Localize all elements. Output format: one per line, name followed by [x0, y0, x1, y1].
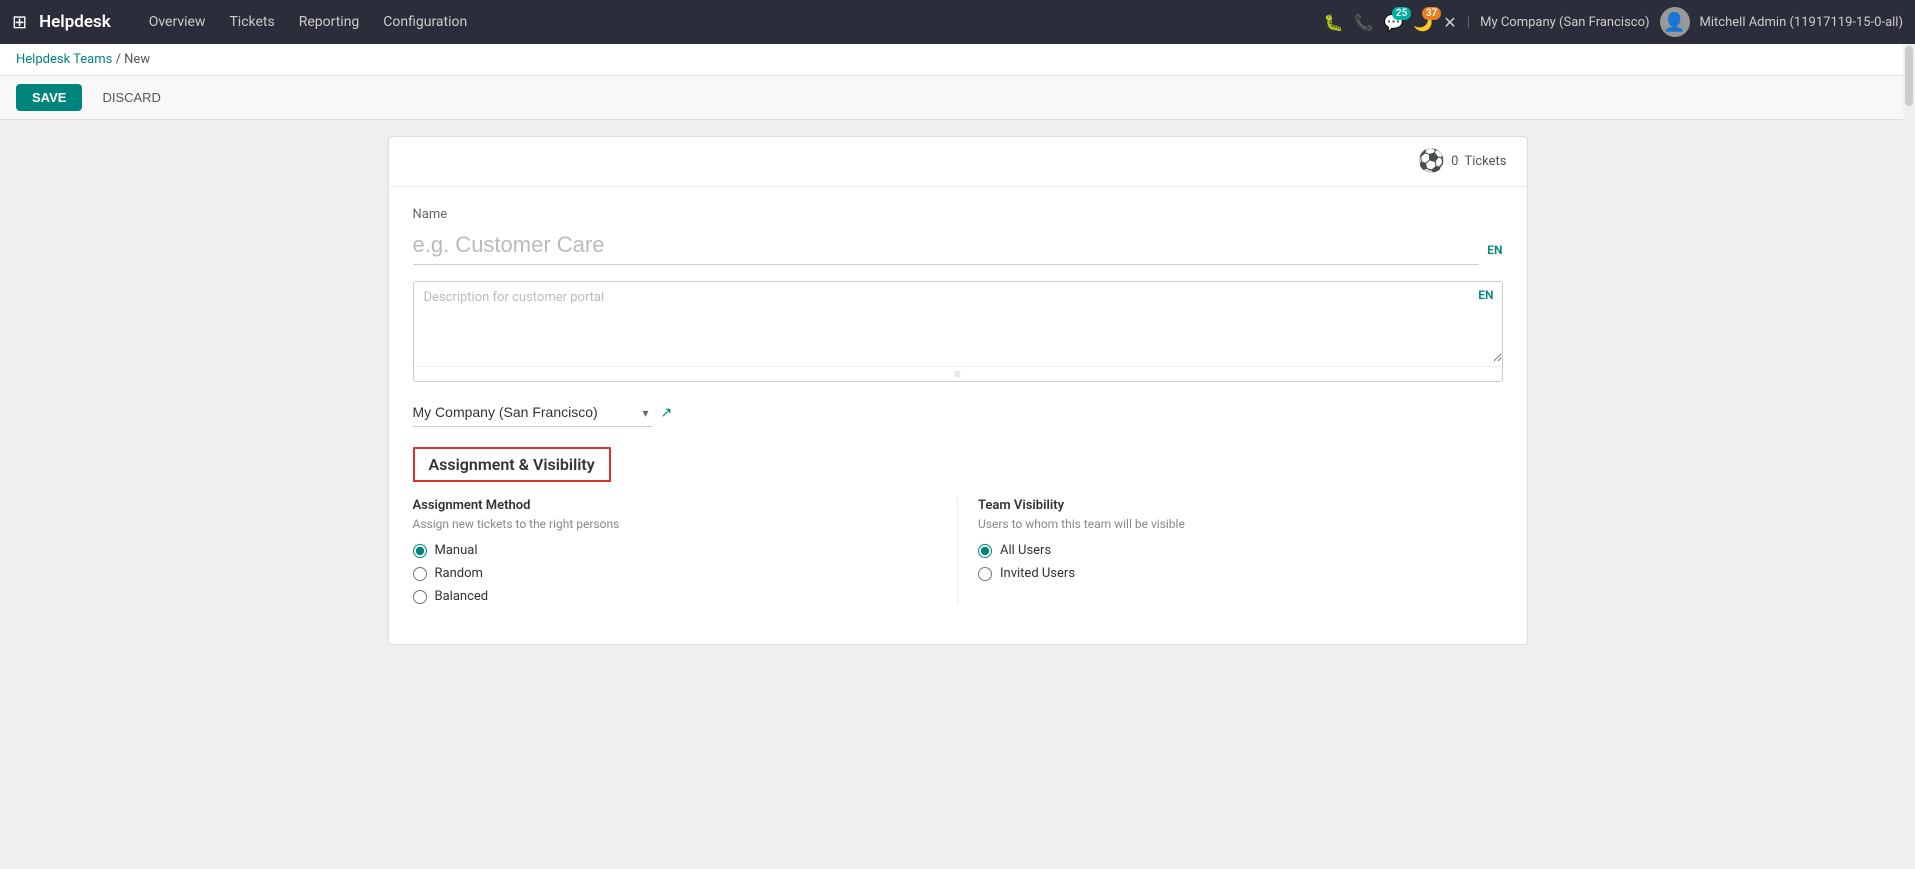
breadcrumb-separator: / — [116, 52, 125, 67]
team-visibility-desc: Users to whom this team will be visible — [978, 517, 1503, 531]
radio-random-input[interactable] — [413, 567, 427, 581]
assignment-method-column: Assignment Method Assign new tickets to … — [413, 498, 958, 604]
description-textarea[interactable] — [414, 282, 1502, 362]
scrollbar-track — [1903, 44, 1915, 869]
resize-handle[interactable]: ≡ — [414, 366, 1502, 381]
name-label: Name — [413, 207, 1503, 222]
radio-manual-label: Manual — [435, 543, 478, 558]
radio-invited-users-input[interactable] — [978, 567, 992, 581]
menu-configuration[interactable]: Configuration — [373, 10, 477, 34]
menu-reporting[interactable]: Reporting — [289, 10, 370, 34]
moon-icon[interactable]: 🌙 37 — [1413, 13, 1433, 32]
radio-invited-users[interactable]: Invited Users — [978, 566, 1503, 581]
topnav-right-area: 🐛 📞 💬 25 🌙 37 ✕ | My Company (San Franci… — [1324, 7, 1903, 37]
section-assignment-visibility: Assignment & Visibility — [413, 447, 611, 482]
radio-invited-users-label: Invited Users — [1000, 566, 1075, 581]
breadcrumb-parent[interactable]: Helpdesk Teams — [16, 52, 112, 67]
menu-tickets[interactable]: Tickets — [219, 10, 284, 34]
company-row: My Company (San Francisco) ▾ ↗ — [413, 398, 1503, 427]
radio-manual-input[interactable] — [413, 544, 427, 558]
form-card-header: ⚽ 0 Tickets — [389, 137, 1527, 187]
avatar[interactable]: 👤 — [1660, 7, 1690, 37]
radio-manual[interactable]: Manual — [413, 543, 938, 558]
name-field-row: EN — [413, 226, 1503, 265]
radio-balanced[interactable]: Balanced — [413, 589, 938, 604]
team-visibility-column: Team Visibility Users to whom this team … — [957, 498, 1503, 604]
tickets-label: Tickets — [1464, 154, 1506, 169]
assignment-method-label: Assignment Method — [413, 498, 938, 513]
form-body: Name EN EN ≡ My Company (San Francisco) … — [389, 187, 1527, 644]
menu-overview[interactable]: Overview — [139, 10, 216, 34]
company-select-wrapper: My Company (San Francisco) ▾ — [413, 398, 653, 427]
radio-random-label: Random — [435, 566, 483, 581]
company-select[interactable]: My Company (San Francisco) — [413, 398, 653, 427]
bug-icon[interactable]: 🐛 — [1324, 13, 1344, 32]
radio-random[interactable]: Random — [413, 566, 938, 581]
main-content: ⚽ 0 Tickets Name EN EN ≡ — [0, 120, 1915, 866]
desc-lang-badge: EN — [1478, 288, 1493, 302]
tickets-count: 0 — [1451, 154, 1458, 169]
chat-icon[interactable]: 💬 25 — [1383, 13, 1403, 32]
form-card: ⚽ 0 Tickets Name EN EN ≡ — [388, 136, 1528, 645]
moon-badge: 37 — [1422, 7, 1441, 20]
tickets-stat[interactable]: ⚽ 0 Tickets — [1418, 149, 1507, 174]
username[interactable]: Mitchell Admin (11917119-15-0-all) — [1700, 15, 1903, 30]
chat-badge: 25 — [1392, 7, 1411, 20]
name-lang-badge: EN — [1487, 243, 1502, 257]
save-button[interactable]: SAVE — [16, 84, 82, 111]
company-external-link[interactable]: ↗ — [661, 405, 673, 421]
radio-all-users-label: All Users — [1000, 543, 1051, 558]
discard-button[interactable]: DISCARD — [90, 84, 173, 111]
close-icon[interactable]: ✕ — [1443, 13, 1456, 32]
radio-balanced-input[interactable] — [413, 590, 427, 604]
breadcrumb: Helpdesk Teams / New — [0, 44, 1915, 76]
radio-all-users-input[interactable] — [978, 544, 992, 558]
action-bar: SAVE DISCARD — [0, 76, 1915, 120]
nav-divider: | — [1467, 14, 1470, 30]
team-visibility-label: Team Visibility — [978, 498, 1503, 513]
description-field-wrapper: EN ≡ — [413, 281, 1503, 382]
scrollbar-thumb[interactable] — [1905, 46, 1913, 106]
apps-menu-icon[interactable]: ⊞ — [12, 12, 27, 33]
company-name[interactable]: My Company (San Francisco) — [1480, 15, 1649, 30]
phone-icon[interactable]: 📞 — [1354, 13, 1374, 32]
assignment-visibility-columns: Assignment Method Assign new tickets to … — [413, 498, 1503, 624]
tickets-icon: ⚽ — [1418, 149, 1445, 174]
main-menu: Overview Tickets Reporting Configuration — [139, 10, 478, 34]
radio-all-users[interactable]: All Users — [978, 543, 1503, 558]
brand-name: Helpdesk — [39, 12, 111, 32]
assignment-method-radio-group: Manual Random Balanced — [413, 543, 938, 604]
breadcrumb-current: New — [124, 52, 150, 67]
top-navigation: ⊞ Helpdesk Overview Tickets Reporting Co… — [0, 0, 1915, 44]
name-input[interactable] — [413, 226, 1480, 265]
team-visibility-radio-group: All Users Invited Users — [978, 543, 1503, 581]
assignment-method-desc: Assign new tickets to the right persons — [413, 517, 938, 531]
radio-balanced-label: Balanced — [435, 589, 489, 604]
